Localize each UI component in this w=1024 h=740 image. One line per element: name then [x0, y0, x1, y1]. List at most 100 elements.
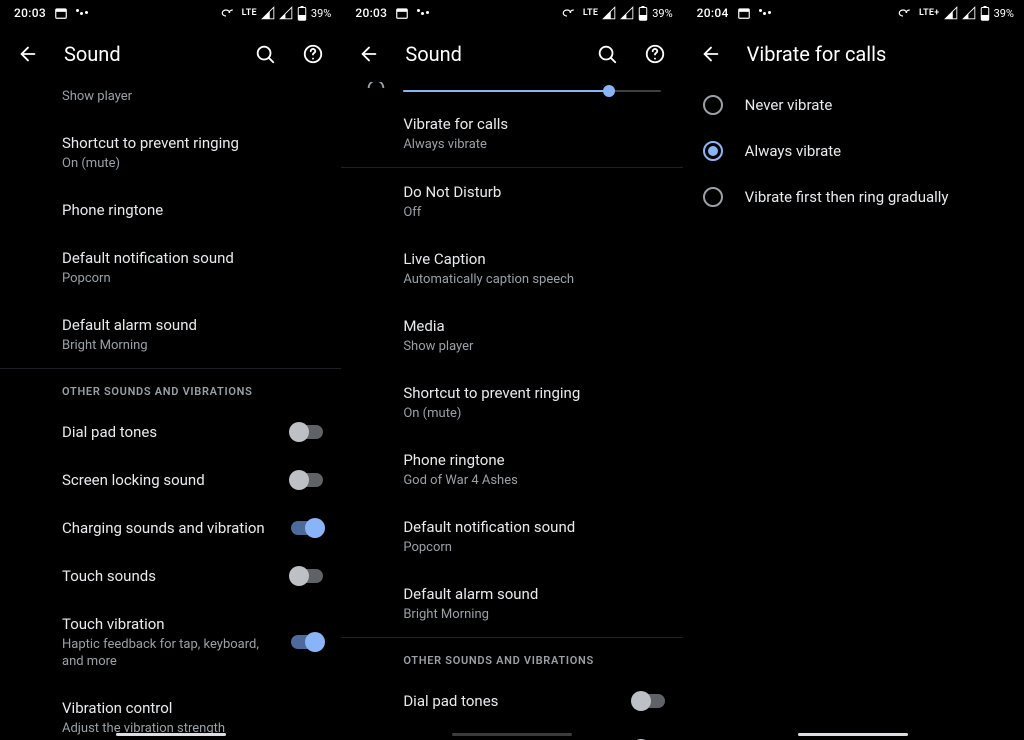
- gesture-nav-indicator[interactable]: [452, 733, 572, 736]
- status-bar: 20:03 LTE 39%: [341, 0, 682, 26]
- battery-pct: 39%: [994, 7, 1014, 20]
- item-title: Media: [403, 316, 666, 336]
- toggle-dial-pad[interactable]: [633, 694, 665, 708]
- item-dial-pad-tones[interactable]: Dial pad tones: [0, 408, 341, 456]
- status-bar: 20:04 LTE+ 39%: [683, 0, 1024, 26]
- volume-slider-row[interactable]: [341, 82, 682, 100]
- radio-icon: [703, 187, 723, 207]
- item-title: Shortcut to prevent ringing: [62, 133, 325, 153]
- back-button[interactable]: [8, 34, 48, 74]
- battery-icon: [638, 6, 648, 21]
- calendar-icon: [395, 6, 409, 20]
- slider-track[interactable]: [403, 90, 660, 92]
- page-title: Sound: [56, 42, 237, 66]
- item-shortcut-prevent-ringing[interactable]: Shortcut to prevent ringing On (mute): [0, 119, 341, 186]
- help-button[interactable]: [293, 34, 333, 74]
- item-touch-sounds[interactable]: Touch sounds: [0, 552, 341, 600]
- toggle-dial-pad[interactable]: [291, 425, 323, 439]
- battery-icon: [980, 6, 990, 21]
- page-title: Vibrate for calls: [739, 42, 1016, 66]
- item-sub: Haptic feedback for tap, keyboard, and m…: [62, 636, 262, 670]
- item-touch-vibration[interactable]: Touch vibration Haptic feedback for tap,…: [0, 600, 341, 684]
- radio-label: Vibrate first then ring gradually: [745, 188, 1008, 206]
- item-title: Touch sounds: [62, 566, 325, 586]
- item-phone-ringtone[interactable]: Phone ringtone: [0, 186, 341, 234]
- item-title: Touch vibration: [62, 614, 325, 634]
- gesture-nav-indicator[interactable]: [798, 733, 908, 736]
- item-do-not-disturb[interactable]: Do Not Disturb Off: [341, 168, 682, 235]
- signal-icon-2: [962, 6, 976, 20]
- item-live-caption[interactable]: Live Caption Automatically caption speec…: [341, 235, 682, 302]
- search-button[interactable]: [245, 34, 285, 74]
- radio-vibrate-then-ring[interactable]: Vibrate first then ring gradually: [683, 174, 1024, 220]
- signal-icon-2: [279, 6, 293, 20]
- settings-list: Show player Shortcut to prevent ringing …: [0, 82, 341, 740]
- screen-vibrate-for-calls: 20:04 LTE+ 39% Vibrate for calls Never v…: [683, 0, 1024, 740]
- item-vibrate-for-calls[interactable]: Vibrate for calls Always vibrate: [341, 100, 682, 167]
- item-shortcut-prevent-ringing[interactable]: Shortcut to prevent ringing On (mute): [341, 369, 682, 436]
- status-time: 20:04: [697, 6, 729, 20]
- radio-never-vibrate[interactable]: Never vibrate: [683, 82, 1024, 128]
- radio-label: Never vibrate: [745, 96, 1008, 114]
- item-phone-ringtone[interactable]: Phone ringtone God of War 4 Ashes: [341, 436, 682, 503]
- item-title: Charging sounds and vibration: [62, 518, 325, 538]
- slider-thumb[interactable]: [603, 85, 615, 97]
- back-button[interactable]: [691, 34, 731, 74]
- item-title: Do Not Disturb: [403, 182, 666, 202]
- signal-icon-2: [620, 6, 634, 20]
- item-screen-locking-sound[interactable]: Screen locking sound: [0, 456, 341, 504]
- item-default-alarm-sound[interactable]: Default alarm sound Bright Morning: [0, 301, 341, 368]
- item-sub: Always vibrate: [403, 136, 666, 153]
- radio-list: Never vibrate Always vibrate Vibrate fir…: [683, 82, 1024, 740]
- radio-label: Always vibrate: [745, 142, 1008, 160]
- item-sub: Off: [403, 204, 666, 221]
- section-header-label: Other sounds and vibrations: [403, 654, 666, 667]
- item-sub: On (mute): [62, 155, 325, 172]
- network-type: LTE+: [919, 8, 940, 18]
- toggle-touch-sounds[interactable]: [291, 569, 323, 583]
- item-title: Default notification sound: [62, 248, 325, 268]
- radio-always-vibrate[interactable]: Always vibrate: [683, 128, 1024, 174]
- network-type: LTE: [583, 8, 598, 18]
- screen-sound-1: 20:03 LTE 39% Sound Show player Shortcut…: [0, 0, 341, 740]
- item-title: Vibration control: [62, 698, 325, 718]
- item-default-notification-sound[interactable]: Default notification sound Popcorn: [341, 503, 682, 570]
- item-sub: Show player: [403, 338, 666, 355]
- item-default-alarm-sound[interactable]: Default alarm sound Bright Morning: [341, 570, 682, 637]
- section-header-other-sounds: Other sounds and vibrations: [0, 369, 341, 408]
- help-button[interactable]: [635, 34, 675, 74]
- radio-icon: [703, 95, 723, 115]
- calendar-icon: [54, 6, 68, 20]
- item-title: Vibrate for calls: [403, 114, 666, 134]
- item-sub: Bright Morning: [403, 606, 666, 623]
- item-sub: On (mute): [403, 405, 666, 422]
- status-bar: 20:03 LTE 39%: [0, 0, 341, 26]
- item-charging-sounds[interactable]: Charging sounds and vibration: [0, 504, 341, 552]
- search-button[interactable]: [587, 34, 627, 74]
- calendar-icon: [737, 6, 751, 20]
- section-header-label: Other sounds and vibrations: [62, 385, 325, 398]
- back-button[interactable]: [349, 34, 389, 74]
- item-title: Shortcut to prevent ringing: [403, 383, 666, 403]
- toggle-touch-vibration[interactable]: [291, 635, 323, 649]
- toggle-screen-lock[interactable]: [291, 473, 323, 487]
- signal-icon: [602, 6, 616, 20]
- radio-icon: [703, 141, 723, 161]
- item-sub: Automatically caption speech: [403, 271, 666, 288]
- vowifi-icon: [220, 8, 238, 18]
- settings-list: Vibrate for calls Always vibrate Do Not …: [341, 82, 682, 740]
- section-header-other-sounds: Other sounds and vibrations: [341, 638, 682, 677]
- item-title: Default notification sound: [403, 517, 666, 537]
- toggle-charging[interactable]: [291, 521, 323, 535]
- item-media[interactable]: Media Show player: [341, 302, 682, 369]
- gesture-nav-indicator[interactable]: [116, 733, 226, 736]
- battery-icon: [297, 6, 307, 21]
- more-notifications-icon: [417, 12, 428, 15]
- item-vibration-control[interactable]: Vibration control Adjust the vibration s…: [0, 684, 341, 740]
- item-show-player[interactable]: Show player: [0, 82, 341, 119]
- item-default-notification-sound[interactable]: Default notification sound Popcorn: [0, 234, 341, 301]
- item-title: Phone ringtone: [62, 200, 325, 220]
- item-sub: Popcorn: [403, 539, 666, 556]
- item-title: Dial pad tones: [62, 422, 325, 442]
- item-dial-pad-tones[interactable]: Dial pad tones: [341, 677, 682, 725]
